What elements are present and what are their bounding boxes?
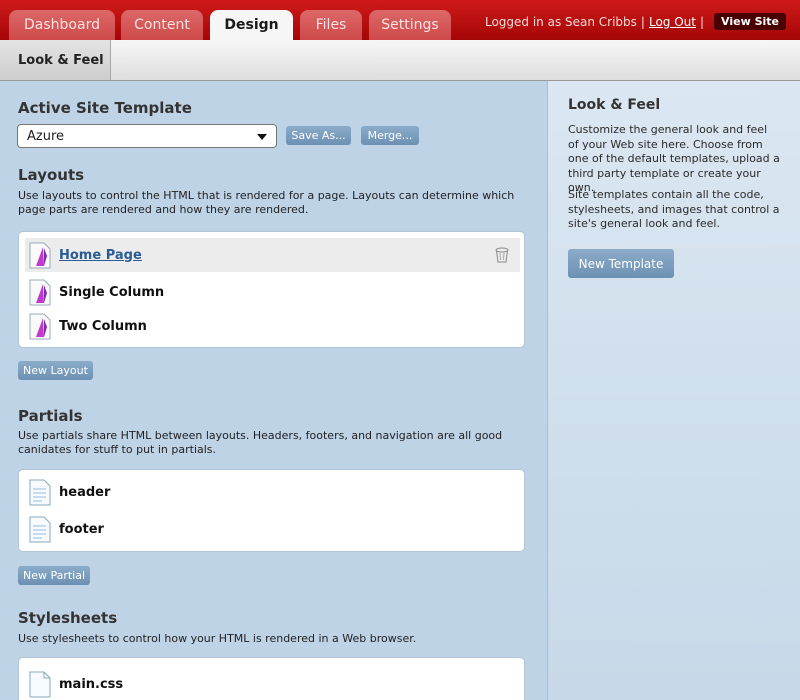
layout-file-icon [29,242,51,269]
partial-label: footer [59,521,104,537]
layout-file-icon [29,313,51,340]
new-template-button[interactable]: New Template [568,249,674,278]
dropdown-arrow-icon [257,134,267,140]
layout-label: Two Column [59,318,147,334]
separator: | [640,14,645,29]
view-site-button[interactable]: View Site [714,13,786,30]
list-item[interactable]: footer [25,512,520,546]
list-item[interactable]: header [25,475,520,509]
tab-files[interactable]: Files [300,10,362,40]
template-select-value: Azure [27,128,65,144]
merge-button[interactable]: Merge... [361,126,419,145]
partials-description: Use partials share HTML between layouts.… [18,429,503,456]
list-item[interactable]: main.css [25,667,520,700]
sidebar-paragraph: Site templates contain all the code, sty… [568,188,780,230]
layout-label: Single Column [59,284,165,300]
partial-file-icon [29,479,51,506]
partials-list: header footer [18,469,525,552]
top-nav-bar: Dashboard Content Design Files Settings … [0,0,800,40]
list-item[interactable]: Single Column [25,275,520,309]
trash-icon[interactable] [495,247,509,263]
sidebar-paragraph: Customize the general look and feel of y… [568,123,780,194]
tab-content[interactable]: Content [121,10,203,40]
logout-link[interactable]: Log Out [649,15,696,29]
layout-file-icon [29,279,51,306]
layouts-heading: Layouts [18,166,85,184]
new-layout-button[interactable]: New Layout [18,361,93,380]
subtab-look-and-feel[interactable]: Look & Feel [0,40,111,80]
sub-nav-bar: Look & Feel [0,40,800,81]
user-info: Logged in as Sean Cribbs | Log Out | Vie… [485,13,786,30]
partials-heading: Partials [18,407,83,425]
partial-file-icon [29,516,51,543]
partial-label: header [59,484,111,500]
template-heading: Active Site Template [18,99,192,117]
list-item[interactable]: Home Page [25,238,520,272]
stylesheets-description: Use stylesheets to control how your HTML… [18,632,417,645]
tab-design[interactable]: Design [210,10,293,40]
list-item[interactable]: Two Column [25,309,520,343]
layouts-description: Use layouts to control the HTML that is … [18,189,515,216]
tab-dashboard[interactable]: Dashboard [9,10,115,40]
stylesheets-list: main.css [18,657,525,700]
stylesheet-label: main.css [59,676,124,692]
sidebar: Look & Feel Customize the general look a… [547,81,800,700]
new-partial-button[interactable]: New Partial [18,566,90,585]
layout-link-home-page[interactable]: Home Page [59,248,142,263]
template-select[interactable]: Azure [17,124,277,148]
tab-settings[interactable]: Settings [369,10,451,40]
logged-in-text: Logged in as Sean Cribbs [484,14,637,29]
layouts-list: Home Page Single Column Two Column [18,231,525,348]
stylesheet-file-icon [29,671,51,698]
save-as-button[interactable]: Save As... [286,126,351,145]
separator: | [699,14,705,29]
stylesheets-heading: Stylesheets [18,609,118,627]
sidebar-heading: Look & Feel [568,97,661,113]
